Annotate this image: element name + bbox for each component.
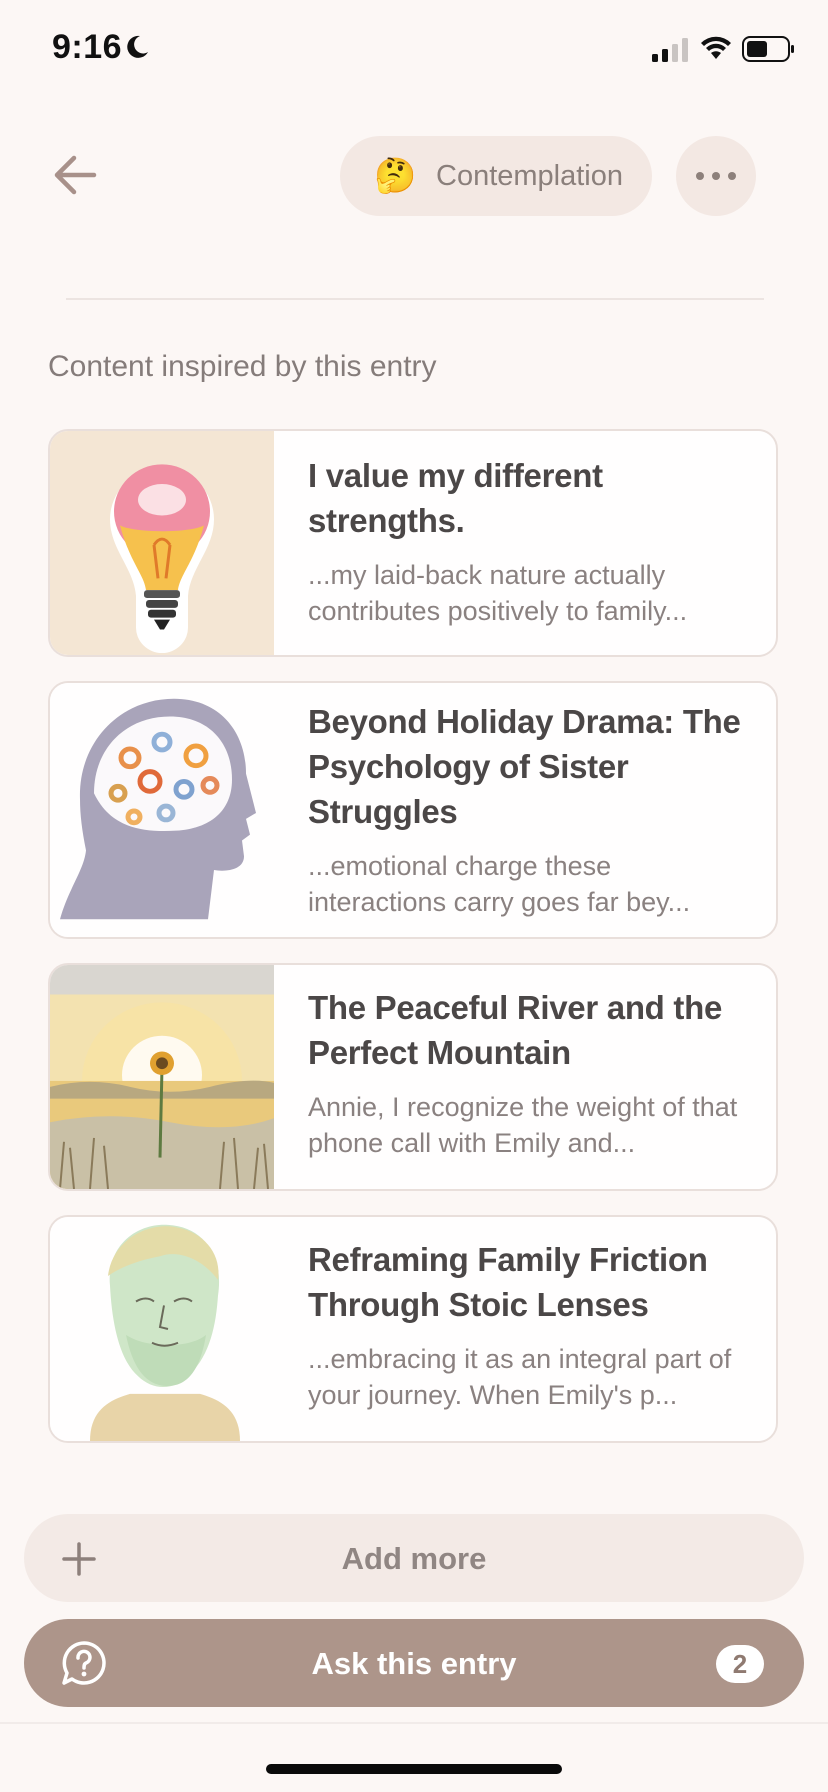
add-more-button[interactable]: Add more: [24, 1514, 804, 1602]
card-snippet: ...my laid-back nature actually contribu…: [308, 560, 688, 626]
arrow-left-icon: [54, 155, 97, 195]
card-snippet: Annie, I recognize the weight of that ph…: [308, 1092, 738, 1158]
stoic-bust-illustration: [50, 1217, 274, 1441]
ask-entry-label: Ask this entry: [311, 1646, 517, 1681]
more-dot: [728, 172, 736, 180]
card-snippet: ...emotional charge these interactions c…: [308, 851, 691, 917]
ask-entry-button[interactable]: Ask this entry 2: [24, 1619, 804, 1707]
cellular-signal-icon: [652, 38, 688, 62]
card-title: I value my different strengths.: [308, 457, 603, 539]
back-button[interactable]: [52, 152, 102, 198]
count-badge: 2: [716, 1645, 764, 1683]
more-dot: [696, 172, 704, 180]
section-title: Content inspired by this entry: [48, 350, 437, 383]
sunflower-sunset-illustration: [50, 965, 274, 1189]
mood-label: Contemplation: [436, 159, 623, 192]
moon-icon: [127, 35, 148, 58]
mood-selector[interactable]: 🤔 Contemplation: [340, 136, 652, 216]
content-card[interactable]: Beyond Holiday Drama: The Psychology of …: [48, 681, 778, 939]
wifi-icon: [701, 36, 731, 59]
battery-icon: [742, 36, 794, 62]
more-options-button[interactable]: [676, 136, 756, 216]
content-card[interactable]: Reframing Family Friction Through Stoic …: [48, 1215, 778, 1443]
card-title: Beyond Holiday Drama: The Psychology of …: [308, 703, 741, 830]
divider: [66, 298, 764, 300]
status-bar: 9:16: [0, 0, 828, 100]
bottom-separator: [0, 1722, 828, 1724]
status-time: 9:16: [52, 28, 123, 66]
home-indicator: [266, 1764, 562, 1774]
card-snippet: ...embracing it as an integral part of y…: [308, 1344, 732, 1410]
thinking-face-icon: 🤔: [374, 157, 417, 195]
more-dot: [712, 172, 720, 180]
lightbulb-illustration: [50, 431, 274, 655]
add-more-label: Add more: [341, 1541, 487, 1576]
head-with-gears-illustration: [50, 683, 274, 937]
card-title: The Peaceful River and the Perfect Mount…: [308, 989, 722, 1071]
card-title: Reframing Family Friction Through Stoic …: [308, 1241, 708, 1323]
content-card[interactable]: I value my different strengths. ...my la…: [48, 429, 778, 657]
content-card[interactable]: The Peaceful River and the Perfect Mount…: [48, 963, 778, 1191]
